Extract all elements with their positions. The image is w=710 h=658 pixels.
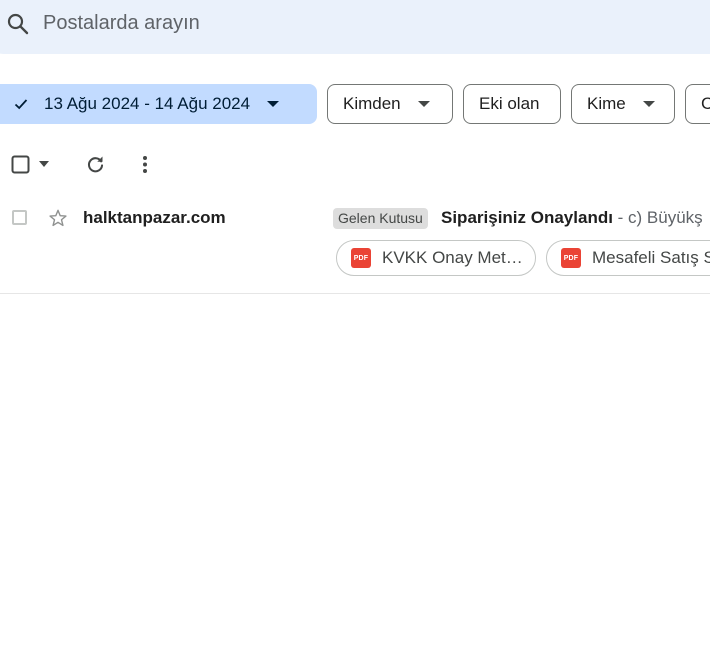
pdf-icon: PDF bbox=[351, 248, 371, 268]
more-options-icon[interactable] bbox=[138, 154, 152, 175]
check-icon bbox=[14, 99, 28, 110]
attachment-chip[interactable]: PDF Mesafeli Satış S bbox=[546, 240, 710, 276]
search-bar[interactable] bbox=[0, 0, 710, 54]
date-range-label: 13 Ağu 2024 - 14 Ağu 2024 bbox=[44, 94, 251, 113]
attachment-name: Mesafeli Satış S bbox=[592, 248, 710, 267]
to-filter-label: Kime bbox=[587, 94, 626, 113]
email-sender: halktanpazar.com bbox=[83, 208, 226, 227]
caret-down-icon bbox=[642, 101, 655, 107]
inbox-label-badge[interactable]: Gelen Kutusu bbox=[333, 208, 428, 229]
from-filter-label: Kimden bbox=[343, 94, 401, 113]
has-attachment-label: Eki olan bbox=[479, 94, 540, 113]
caret-down-icon bbox=[267, 101, 280, 107]
email-subject-line: Siparişiniz Onaylandı - c) Büyükş bbox=[441, 208, 703, 228]
more-filter-label: C bbox=[701, 94, 710, 113]
row-checkbox[interactable] bbox=[12, 210, 27, 225]
search-icon[interactable] bbox=[6, 12, 30, 36]
pdf-icon: PDF bbox=[561, 248, 581, 268]
attachment-chip[interactable]: PDF KVKK Onay Met… bbox=[336, 240, 536, 276]
refresh-icon[interactable] bbox=[85, 154, 106, 175]
search-input[interactable] bbox=[43, 8, 643, 38]
attachment-name: KVKK Onay Met… bbox=[382, 248, 523, 267]
email-snippet: - c) Büyükş bbox=[612, 208, 703, 227]
from-filter-chip[interactable]: Kimden bbox=[327, 84, 453, 124]
email-subject: Siparişiniz Onaylandı bbox=[441, 208, 613, 227]
select-all-checkbox[interactable] bbox=[11, 155, 30, 174]
date-range-chip[interactable]: 13 Ağu 2024 - 14 Ağu 2024 bbox=[0, 84, 317, 124]
has-attachment-chip[interactable]: Eki olan bbox=[463, 84, 561, 124]
to-filter-chip[interactable]: Kime bbox=[571, 84, 675, 124]
caret-down-icon bbox=[417, 101, 430, 107]
email-row[interactable]: halktanpazar.com Gelen Kutusu Siparişini… bbox=[0, 196, 710, 294]
more-filter-chip[interactable]: C bbox=[685, 84, 710, 124]
select-menu-caret-icon[interactable] bbox=[38, 159, 50, 169]
star-icon[interactable] bbox=[48, 208, 68, 228]
mail-search-results: 13 Ağu 2024 - 14 Ağu 2024 Kimden Eki ola… bbox=[0, 0, 710, 658]
